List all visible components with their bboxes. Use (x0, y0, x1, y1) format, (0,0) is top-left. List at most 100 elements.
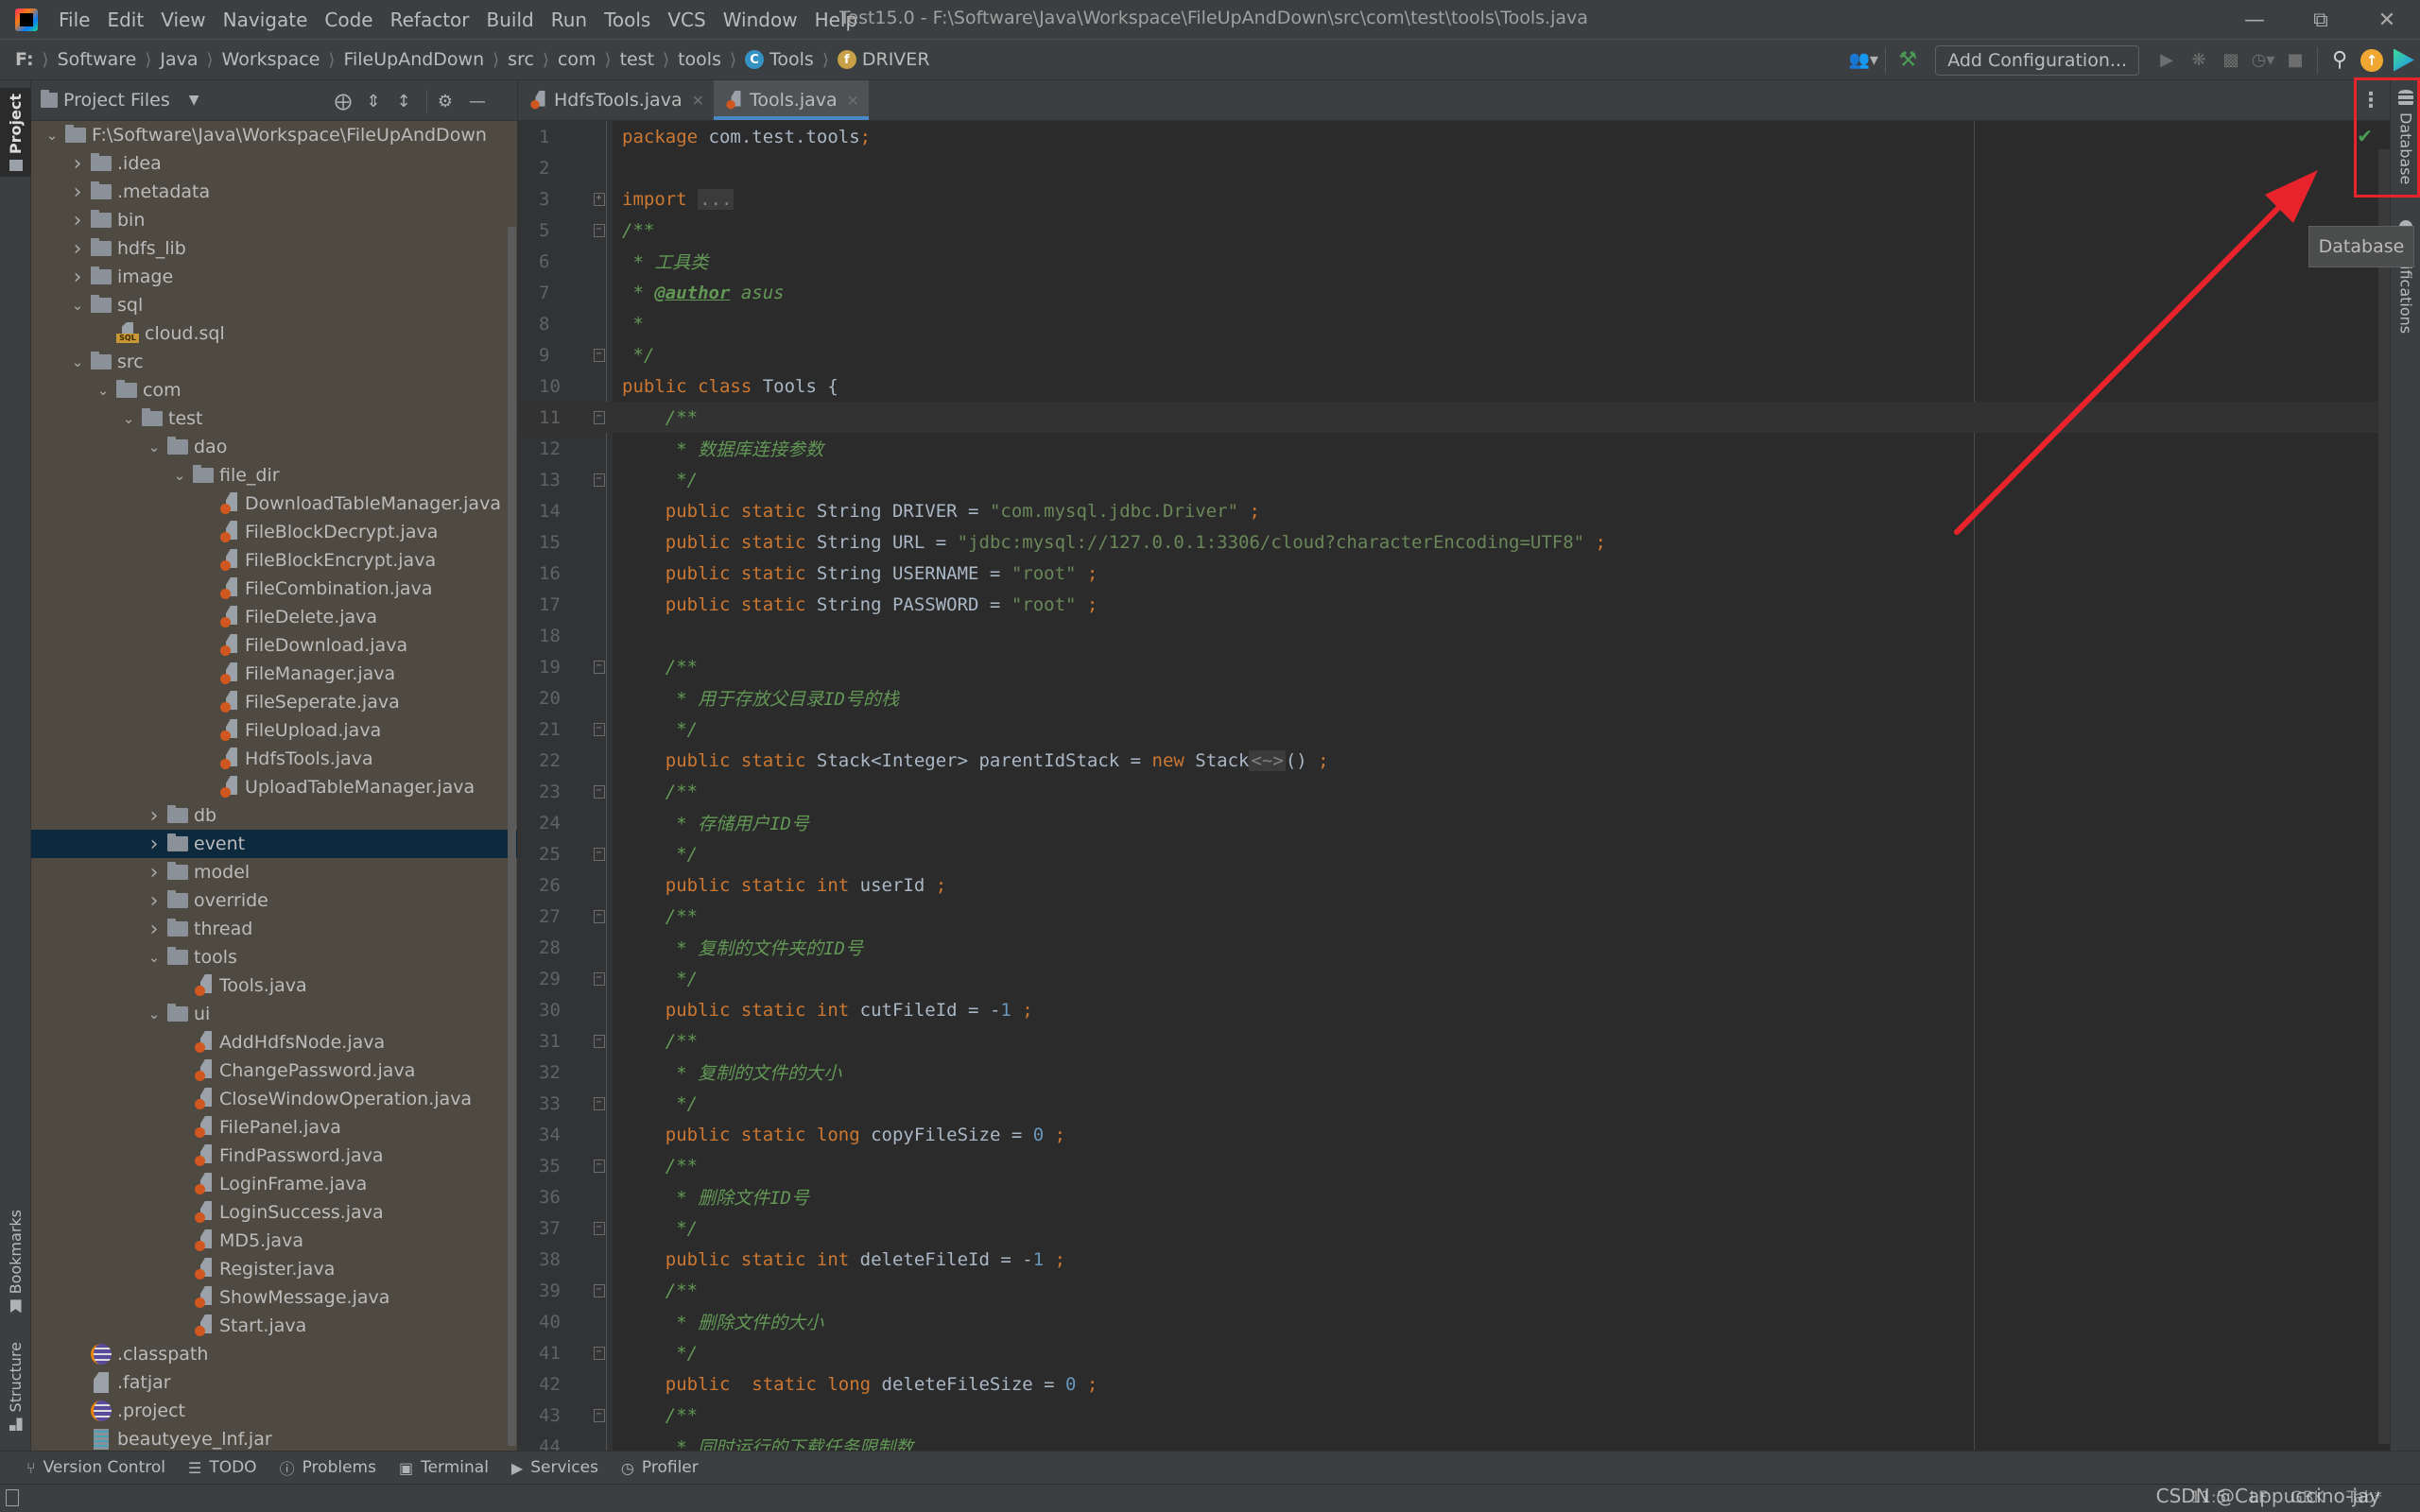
fold-expand-icon[interactable]: + (593, 192, 605, 206)
code-line[interactable]: 15 public static String URL = "jdbc:mysq… (518, 526, 2390, 558)
tree-item[interactable]: › hdfs_lib (31, 234, 504, 263)
tool-window-terminal[interactable]: ▣ Terminal (399, 1458, 489, 1477)
menu-vcs[interactable]: VCS (667, 9, 705, 31)
chevron-right-icon[interactable]: › (68, 209, 87, 232)
code-line[interactable]: 6 * 工具类 (518, 246, 2390, 277)
tool-window-problems[interactable]: ⓘ Problems (280, 1456, 376, 1479)
fold-collapse-icon[interactable]: − (593, 784, 605, 799)
profile-icon[interactable]: ◷▾ (2247, 44, 2279, 77)
tree-item[interactable]: ⌄ ui (31, 1000, 504, 1028)
project-view-selector[interactable]: Project Files ▼ (41, 90, 199, 111)
chevron-down-icon[interactable]: ⌄ (145, 1005, 164, 1022)
breadcrumb-item[interactable]: test (620, 49, 655, 70)
code-editor[interactable]: 1 package com.test.tools; 2 3 + import ... 5− /… (518, 121, 2390, 1451)
fold-collapse-icon[interactable]: − (593, 1034, 605, 1048)
code-line[interactable]: 10 public class Tools { (518, 370, 2390, 402)
structure-tool-tab[interactable]: Structure (0, 1342, 31, 1432)
stop-icon[interactable]: ■ (2279, 44, 2311, 77)
code-line[interactable]: 35 − /** (518, 1150, 2390, 1181)
breadcrumb-item[interactable]: tools (678, 49, 721, 70)
debug-icon[interactable]: ❋ (2183, 44, 2215, 77)
hide-panel-icon[interactable]: — (466, 90, 489, 112)
editor-scrollbar[interactable] (2378, 149, 2390, 1444)
code-line[interactable]: 23 − /** (518, 776, 2390, 807)
fold-collapse-icon[interactable]: − (593, 348, 605, 362)
fold-collapse-icon[interactable]: − (593, 847, 605, 861)
code-line[interactable]: 39 − /** (518, 1275, 2390, 1306)
code-line[interactable]: 42 public static long deleteFileSize = 0… (518, 1368, 2390, 1400)
code-line[interactable]: 14 public static String DRIVER = "com.my… (518, 495, 2390, 526)
code-line[interactable]: 44 * 同时运行的下载任务限制数 (518, 1431, 2390, 1452)
tree-item[interactable]: FileBlockEncrypt.java (31, 546, 504, 575)
code-line[interactable]: 18 (518, 620, 2390, 651)
chevron-down-icon[interactable]: ⌄ (145, 438, 164, 455)
menu-window[interactable]: Window (723, 9, 798, 31)
breadcrumb-item[interactable]: F: (15, 49, 34, 70)
chevron-down-icon[interactable]: ⌄ (170, 467, 189, 484)
code-line[interactable]: 12 * 数据库连接参数 (518, 433, 2390, 464)
code-line[interactable]: 16 public static String USERNAME = "root… (518, 558, 2390, 589)
code-line[interactable]: 5 − /** (518, 215, 2390, 246)
code-line[interactable]: 21 − */ (518, 713, 2390, 745)
tree-item[interactable]: › model (31, 858, 504, 886)
code-line[interactable]: 31 − /** (518, 1025, 2390, 1057)
tree-item[interactable]: CloseWindowOperation.java (31, 1085, 504, 1113)
code-line[interactable]: 34 public static long copyFileSize = 0 ; (518, 1119, 2390, 1150)
toggle-tool-windows-icon[interactable] (6, 1489, 19, 1506)
tree-item[interactable]: › .metadata (31, 178, 504, 206)
code-line[interactable]: 30 public static int cutFileId = -1 ; (518, 994, 2390, 1025)
update-icon[interactable]: ↑ (2356, 44, 2388, 77)
tree-item[interactable]: HdfsTools.java (31, 745, 504, 773)
chevron-down-icon[interactable]: ⌄ (43, 127, 61, 144)
tree-item[interactable]: Register.java (31, 1255, 504, 1283)
tree-item[interactable]: MD5.java (31, 1227, 504, 1255)
code-line[interactable]: 27 − /** (518, 901, 2390, 932)
tree-item[interactable]: AddHdfsNode.java (31, 1028, 504, 1057)
breadcrumb-item[interactable]: FileUpAndDown (343, 49, 484, 70)
code-line[interactable]: 41 − */ (518, 1337, 2390, 1368)
code-line[interactable]: 36 * 删除文件ID号 (518, 1181, 2390, 1212)
tree-item[interactable]: LoginFrame.java (31, 1170, 504, 1198)
chevron-right-icon[interactable]: › (145, 889, 164, 913)
tree-item[interactable]: ⌄ tools (31, 943, 504, 971)
tree-item[interactable]: FileCombination.java (31, 575, 504, 603)
tree-item[interactable]: › .idea (31, 149, 504, 178)
chevron-down-icon[interactable]: ⌄ (119, 410, 138, 427)
tree-item[interactable]: › event (31, 830, 517, 858)
run-with-coverage-icon[interactable]: ▩ (2215, 44, 2247, 77)
code-line[interactable]: 19 − /** (518, 651, 2390, 682)
gear-icon[interactable]: ⚙ (434, 90, 457, 112)
tree-item[interactable]: beautyeye_lnf.jar (31, 1425, 504, 1451)
chevron-right-icon[interactable]: › (145, 918, 164, 941)
fold-collapse-icon[interactable]: − (593, 1346, 605, 1360)
menu-run[interactable]: Run (551, 9, 587, 31)
tree-item[interactable]: ShowMessage.java (31, 1283, 504, 1312)
code-line[interactable]: 3 + import ... (518, 183, 2390, 215)
menu-edit[interactable]: Edit (107, 9, 144, 31)
select-opened-file-icon[interactable]: ⨁ (332, 90, 354, 112)
tree-item[interactable]: › db (31, 801, 504, 830)
code-line[interactable]: 37 − */ (518, 1212, 2390, 1244)
chevron-down-icon[interactable]: ⌄ (94, 382, 112, 399)
tree-item[interactable]: FileDelete.java (31, 603, 504, 631)
code-line[interactable]: 40 * 删除文件的大小 (518, 1306, 2390, 1337)
fold-collapse-icon[interactable]: − (593, 1096, 605, 1110)
tree-item[interactable]: DownloadTableManager.java (31, 490, 504, 518)
close-window-icon[interactable]: ✕ (2354, 0, 2420, 40)
chevron-right-icon[interactable]: › (68, 266, 87, 289)
tree-item[interactable]: FileSeperate.java (31, 688, 504, 716)
code-line[interactable]: 2 (518, 152, 2390, 183)
code-line[interactable]: 29 − */ (518, 963, 2390, 994)
chevron-down-icon[interactable]: ⌄ (68, 353, 87, 370)
chevron-right-icon[interactable]: › (145, 861, 164, 885)
tree-scrollbar[interactable] (508, 227, 516, 1446)
expand-all-icon[interactable]: ⇕ (362, 90, 385, 112)
breadcrumb-item[interactable]: Software (58, 49, 137, 70)
account-icon[interactable]: 👥▾ (1847, 44, 1879, 77)
tree-item[interactable]: ⌄ file_dir (31, 461, 504, 490)
tree-item[interactable]: FileUpload.java (31, 716, 504, 745)
code-line[interactable]: 13 − */ (518, 464, 2390, 495)
tree-item[interactable]: cloud.sql (31, 319, 504, 348)
code-line[interactable]: 24 * 存储用户ID号 (518, 807, 2390, 838)
breadcrumb-item[interactable]: f DRIVER (837, 49, 930, 70)
